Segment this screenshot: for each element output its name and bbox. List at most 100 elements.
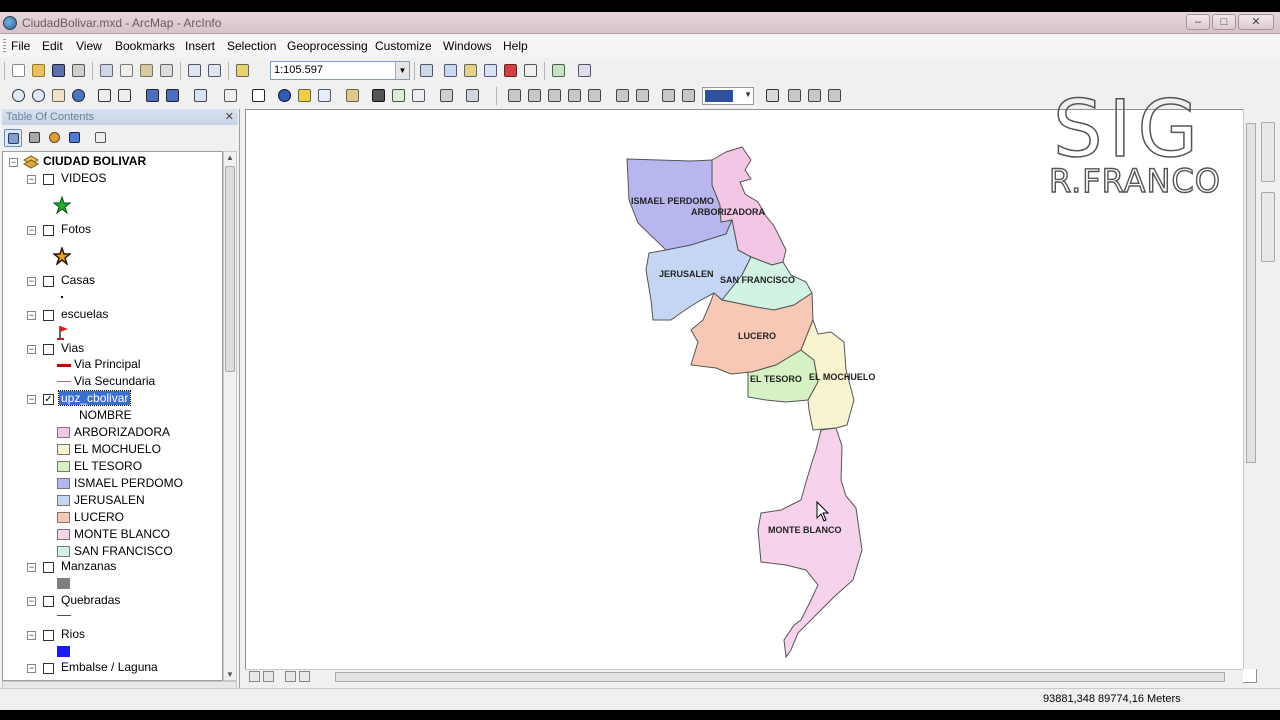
collapse-icon[interactable]: − — [27, 311, 36, 320]
toc-titlebar[interactable]: Table Of Contents ✕ — [2, 109, 238, 125]
toc-vertical-scrollbar[interactable]: ▲ ▼ — [223, 151, 237, 681]
legend-swatch[interactable] — [57, 427, 70, 438]
list-by-visibility-icon[interactable] — [46, 129, 64, 147]
menu-edit[interactable]: Edit — [42, 39, 63, 53]
layer-row-casas[interactable]: − Casas — [3, 273, 222, 289]
legend-swatch[interactable] — [57, 495, 70, 506]
pause-drawing-button[interactable] — [299, 671, 310, 682]
data-view-button[interactable] — [249, 671, 260, 682]
layout-zoom-out-icon[interactable] — [526, 87, 543, 104]
layout-options-icon[interactable] — [826, 87, 843, 104]
layer-visibility-checkbox[interactable] — [43, 596, 54, 607]
measure-icon[interactable] — [344, 87, 361, 104]
toc-options-icon[interactable] — [92, 129, 110, 147]
scroll-up-arrow-icon[interactable]: ▲ — [226, 153, 234, 162]
layer-row-upz-cbolivar[interactable]: − ✓ upz_cbolivar — [3, 390, 222, 407]
scrollbar-thumb[interactable] — [335, 672, 1225, 682]
find-binoculars-icon[interactable] — [370, 87, 387, 104]
data-driven-pages-icon[interactable] — [786, 87, 803, 104]
layer-visibility-checkbox[interactable] — [43, 663, 54, 674]
close-icon[interactable]: ✕ — [225, 110, 234, 123]
paste-icon[interactable] — [138, 62, 155, 79]
layer-visibility-checkbox[interactable] — [43, 174, 54, 185]
new-document-icon[interactable] — [10, 62, 27, 79]
maximize-button[interactable]: □ — [1212, 14, 1236, 30]
layer-visibility-checkbox[interactable] — [43, 344, 54, 355]
python-window-icon[interactable] — [522, 62, 539, 79]
layout-forward-icon[interactable] — [634, 87, 651, 104]
search-side-tab[interactable] — [1261, 192, 1275, 262]
legend-swatch[interactable] — [57, 478, 70, 489]
catalog-window-icon[interactable] — [462, 62, 479, 79]
refresh-view-button[interactable] — [285, 671, 296, 682]
scrollbar-thumb[interactable] — [1246, 123, 1256, 463]
add-data-icon[interactable] — [234, 62, 251, 79]
menu-insert[interactable]: Insert — [185, 39, 215, 53]
menu-selection[interactable]: Selection — [227, 39, 276, 53]
pan-hand-icon[interactable] — [50, 87, 67, 104]
collapse-icon[interactable]: − — [27, 175, 36, 184]
layer-row-embalse[interactable]: − Embalse / Laguna — [3, 660, 222, 676]
open-folder-icon[interactable] — [30, 62, 47, 79]
clear-selection-icon[interactable] — [222, 87, 239, 104]
collapse-icon[interactable]: − — [27, 563, 36, 572]
focus-data-frame-icon[interactable] — [680, 87, 697, 104]
zoom-100-icon[interactable] — [586, 87, 603, 104]
layout-back-icon[interactable] — [614, 87, 631, 104]
time-slider-icon[interactable] — [438, 87, 455, 104]
select-elements-arrow-icon[interactable] — [250, 87, 267, 104]
back-arrow-icon[interactable] — [144, 87, 161, 104]
save-icon[interactable] — [50, 62, 67, 79]
zoom-percent-combobox[interactable]: ▼ — [702, 87, 754, 105]
list-by-selection-icon[interactable] — [66, 129, 84, 147]
collapse-icon[interactable]: − — [27, 631, 36, 640]
layer-row-manzanas[interactable]: − Manzanas — [3, 559, 222, 575]
arcmap-app-icon[interactable] — [3, 16, 17, 30]
menu-windows[interactable]: Windows — [443, 39, 492, 53]
zoom-whole-page-icon[interactable] — [566, 87, 583, 104]
toc-window-icon[interactable] — [442, 62, 459, 79]
copy-icon[interactable] — [118, 62, 135, 79]
arctoolbox-icon[interactable] — [502, 62, 519, 79]
minimize-button[interactable]: – — [1186, 14, 1210, 30]
upz-polygon-monte-blanco[interactable] — [757, 427, 863, 659]
legend-swatch[interactable] — [57, 546, 70, 557]
layer-row-rios[interactable]: − Rios — [3, 627, 222, 643]
layer-row-vias[interactable]: − Vias — [3, 341, 222, 357]
menu-geoprocessing[interactable]: Geoprocessing — [287, 39, 368, 53]
find-route-icon[interactable] — [390, 87, 407, 104]
change-layout-icon[interactable] — [764, 87, 781, 104]
layout-pan-icon[interactable] — [546, 87, 563, 104]
redo-icon[interactable] — [206, 62, 223, 79]
cut-icon[interactable] — [98, 62, 115, 79]
menu-bookmarks[interactable]: Bookmarks — [115, 39, 175, 53]
create-viewer-icon[interactable] — [464, 87, 481, 104]
hyperlink-bolt-icon[interactable] — [296, 87, 313, 104]
chevron-down-icon[interactable]: ▼ — [395, 62, 409, 79]
dataframe-row[interactable]: − CIUDAD BOLIVAR — [3, 154, 222, 170]
fixed-zoom-in-icon[interactable] — [96, 87, 113, 104]
search-window-icon[interactable] — [482, 62, 499, 79]
collapse-icon[interactable]: − — [27, 395, 36, 404]
help-pointer-icon[interactable] — [576, 62, 593, 79]
legend-swatch[interactable] — [57, 444, 70, 455]
print-icon[interactable] — [70, 62, 87, 79]
undo-icon[interactable] — [186, 62, 203, 79]
layer-row-videos[interactable]: − VIDEOS — [3, 171, 222, 187]
html-popup-icon[interactable] — [316, 87, 333, 104]
full-extent-icon[interactable] — [70, 87, 87, 104]
collapse-icon[interactable]: − — [27, 345, 36, 354]
select-features-icon[interactable] — [192, 87, 209, 104]
delete-icon[interactable] — [158, 62, 175, 79]
scroll-down-arrow-icon[interactable]: ▼ — [226, 670, 234, 679]
menu-view[interactable]: View — [76, 39, 102, 53]
editor-toolbar-icon[interactable] — [418, 62, 435, 79]
modelbuilder-icon[interactable] — [550, 62, 567, 79]
collapse-icon[interactable]: − — [9, 158, 18, 167]
toggle-draft-mode-icon[interactable] — [660, 87, 677, 104]
title-bar[interactable]: CiudadBolivar.mxd - ArcMap - ArcInfo – □… — [0, 12, 1280, 34]
collapse-icon[interactable]: − — [27, 277, 36, 286]
layer-visibility-checkbox[interactable] — [43, 310, 54, 321]
catalog-side-tab[interactable] — [1261, 122, 1275, 182]
zoom-in-icon[interactable] — [10, 87, 27, 104]
